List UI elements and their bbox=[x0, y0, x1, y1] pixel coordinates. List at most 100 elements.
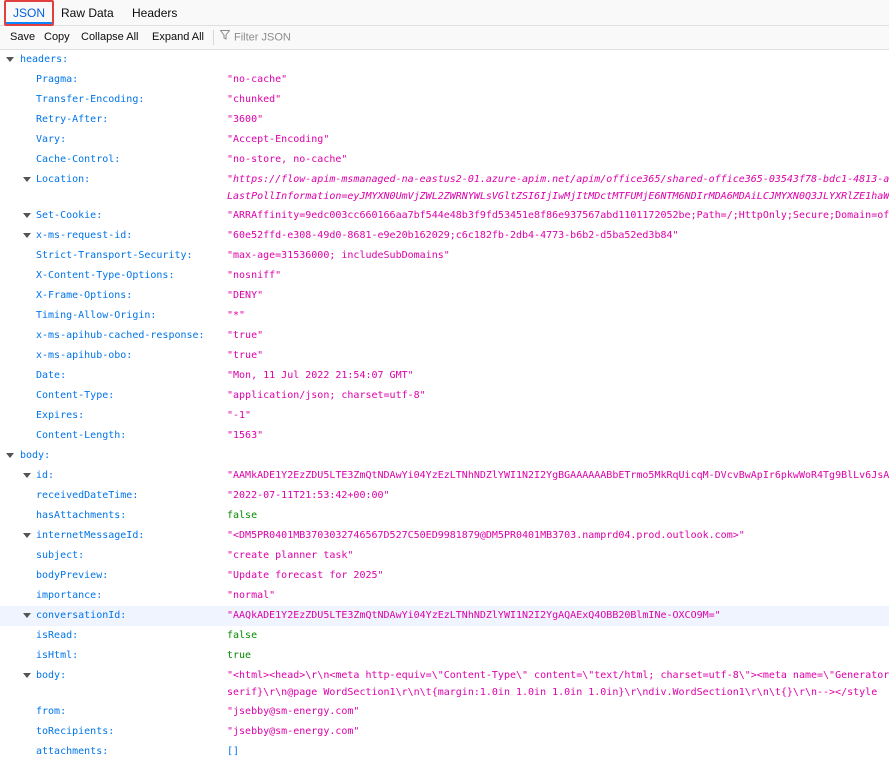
key-label: hasAttachments: bbox=[36, 510, 127, 521]
key-label: Timing-Allow-Origin: bbox=[36, 310, 157, 321]
tree-row[interactable]: Vary: "Accept-Encoding" bbox=[0, 130, 889, 150]
collapse-all-button[interactable]: Collapse All bbox=[81, 26, 138, 49]
tab-headers[interactable]: Headers bbox=[125, 0, 184, 25]
key-label: isHtml: bbox=[36, 650, 79, 661]
tree-row[interactable]: X-Frame-Options: "DENY" bbox=[0, 286, 889, 306]
tree-row[interactable]: importance: "normal" bbox=[0, 586, 889, 606]
key-label: conversationId: bbox=[36, 610, 127, 621]
tree-row[interactable]: toRecipients: "jsebby@sm-energy.com" bbox=[0, 722, 889, 742]
tree-row[interactable]: x-ms-request-id: "60e52ffd-e308-49d0-8681… bbox=[0, 226, 889, 246]
collapse-toggle-icon[interactable] bbox=[23, 213, 31, 218]
value-string: "no-cache" bbox=[227, 74, 288, 85]
key-label: Content-Length: bbox=[36, 430, 127, 441]
value-string: "<html><head>\r\n<meta http-equiv=\"Cont… bbox=[227, 670, 889, 681]
tree-row[interactable]: bodyPreview: "Update forecast for 2025" bbox=[0, 566, 889, 586]
collapse-toggle-icon[interactable] bbox=[23, 473, 31, 478]
key-label: Retry-After: bbox=[36, 114, 109, 125]
tree-row[interactable]: receivedDateTime: "2022-07-11T21:53:42+00… bbox=[0, 486, 889, 506]
collapse-toggle-icon[interactable] bbox=[6, 453, 14, 458]
key-label: Set-Cookie: bbox=[36, 210, 103, 221]
key-label: Location: bbox=[36, 174, 91, 185]
collapse-toggle-icon[interactable] bbox=[23, 533, 31, 538]
value-string: "DENY" bbox=[227, 290, 264, 301]
tab-raw-data[interactable]: Raw Data bbox=[54, 0, 121, 25]
tree-row[interactable]: id: "AAMkADE1Y2EzZDU5LTE3ZmQtNDAwYi04YzEz… bbox=[0, 466, 889, 486]
expand-all-button[interactable]: Expand All bbox=[152, 26, 204, 49]
value-boolean: false bbox=[227, 630, 258, 641]
filter-placeholder: Filter JSON bbox=[234, 31, 291, 44]
save-button[interactable]: Save bbox=[10, 26, 35, 49]
key-label: Content-Type: bbox=[36, 390, 115, 401]
value-boolean: false bbox=[227, 510, 258, 521]
value-string: serif}\r\n@page WordSection1\r\n\t{margi… bbox=[227, 687, 878, 698]
tree-row[interactable]: body: "<html><head>\r\n<meta http-equiv=\… bbox=[0, 666, 889, 686]
collapse-toggle-icon[interactable] bbox=[6, 57, 14, 62]
key-label: Date: bbox=[36, 370, 67, 381]
value-string: "Accept-Encoding" bbox=[227, 134, 330, 145]
tree-row[interactable]: Timing-Allow-Origin: "*" bbox=[0, 306, 889, 326]
tree-row[interactable]: x-ms-apihub-cached-response: "true" bbox=[0, 326, 889, 346]
value-string: "max-age=31536000; includeSubDomains" bbox=[227, 250, 450, 261]
key-label: Vary: bbox=[36, 134, 67, 145]
key-label: Pragma: bbox=[36, 74, 79, 85]
tree-row[interactable]: Content-Type: "application/json; charset=… bbox=[0, 386, 889, 406]
value-string: "*" bbox=[227, 310, 246, 321]
tree-row[interactable]: Retry-After: "3600" bbox=[0, 110, 889, 130]
tree-row[interactable]: from: "jsebby@sm-energy.com" bbox=[0, 702, 889, 722]
value-string: "chunked" bbox=[227, 94, 282, 105]
viewer-tab-bar: JSON Raw Data Headers bbox=[0, 0, 889, 26]
value-array: [] bbox=[227, 746, 240, 757]
value-string: "create planner task" bbox=[227, 550, 354, 561]
key-label: bodyPreview: bbox=[36, 570, 109, 581]
tree-row[interactable]: isRead: false bbox=[0, 626, 889, 646]
value-string: "2022-07-11T21:53:42+00:00" bbox=[227, 490, 390, 501]
key-label: from: bbox=[36, 706, 67, 717]
toolbar-divider bbox=[213, 30, 214, 45]
tree-row[interactable]: hasAttachments: false bbox=[0, 506, 889, 526]
tree-row[interactable]: subject: "create planner task" bbox=[0, 546, 889, 566]
key-label: x-ms-apihub-obo: bbox=[36, 350, 133, 361]
collapse-toggle-icon[interactable] bbox=[23, 177, 31, 182]
value-string: "Mon, 11 Jul 2022 21:54:07 GMT" bbox=[227, 370, 414, 381]
key-label: isRead: bbox=[36, 630, 79, 641]
tree-row[interactable]: Transfer-Encoding: "chunked" bbox=[0, 90, 889, 110]
collapse-toggle-icon[interactable] bbox=[23, 233, 31, 238]
tree-row[interactable]: Pragma: "no-cache" bbox=[0, 70, 889, 90]
tree-row-selected[interactable]: conversationId: "AAQkADE1Y2EzZDU5LTE3ZmQt… bbox=[0, 606, 889, 626]
tree-row-continuation: LastPollInformation=eyJMYXN0UmVjZWL2ZWRN… bbox=[0, 189, 889, 205]
tree-row[interactable]: Expires: "-1" bbox=[0, 406, 889, 426]
key-label: importance: bbox=[36, 590, 103, 601]
value-string: "3600" bbox=[227, 114, 264, 125]
tree-row[interactable]: Strict-Transport-Security: "max-age=31536… bbox=[0, 246, 889, 266]
tree-row[interactable]: isHtml: true bbox=[0, 646, 889, 666]
collapse-toggle-icon[interactable] bbox=[23, 673, 31, 678]
tree-row[interactable]: attachments: [] bbox=[0, 742, 889, 762]
value-string: "nosniff" bbox=[227, 270, 282, 281]
tree-row[interactable]: internetMessageId: "<DM5PR0401MB370303274… bbox=[0, 526, 889, 546]
value-string: "-1" bbox=[227, 410, 252, 421]
tree-row[interactable]: Set-Cookie: "ARRAffinity=9edc003cc660166a… bbox=[0, 206, 889, 226]
value-string: "true" bbox=[227, 330, 264, 341]
value-string: "jsebby@sm-energy.com" bbox=[227, 726, 360, 737]
tree-row[interactable]: X-Content-Type-Options: "nosniff" bbox=[0, 266, 889, 286]
tab-json[interactable]: JSON bbox=[4, 0, 55, 26]
tree-row-body[interactable]: body: bbox=[0, 446, 889, 466]
key-label: x-ms-apihub-cached-response: bbox=[36, 330, 205, 341]
value-string: "Update forecast for 2025" bbox=[227, 570, 384, 581]
tree-row-headers[interactable]: headers: bbox=[0, 50, 889, 70]
tree-row[interactable]: Date: "Mon, 11 Jul 2022 21:54:07 GMT" bbox=[0, 366, 889, 386]
copy-button[interactable]: Copy bbox=[44, 26, 70, 49]
value-string: "AAMkADE1Y2EzZDU5LTE3ZmQtNDAwYi04YzEzLTN… bbox=[227, 470, 889, 481]
tree-row[interactable]: Location: "https://flow-apim-msmanaged-na… bbox=[0, 170, 889, 190]
filter-json-input[interactable]: Filter JSON bbox=[219, 26, 291, 49]
key-label: subject: bbox=[36, 550, 85, 561]
value-string: "normal" bbox=[227, 590, 276, 601]
value-string: "ARRAffinity=9edc003cc660166aa7bf544e48b… bbox=[227, 210, 889, 221]
tree-row[interactable]: Cache-Control: "no-store, no-cache" bbox=[0, 150, 889, 170]
tree-row[interactable]: x-ms-apihub-obo: "true" bbox=[0, 346, 889, 366]
key-label: body: bbox=[36, 670, 67, 681]
tree-row[interactable]: Content-Length: "1563" bbox=[0, 426, 889, 446]
value-string: "https://flow-apim-msmanaged-na-eastus2-… bbox=[227, 174, 889, 185]
collapse-toggle-icon[interactable] bbox=[23, 613, 31, 618]
key-label: internetMessageId: bbox=[36, 530, 145, 541]
